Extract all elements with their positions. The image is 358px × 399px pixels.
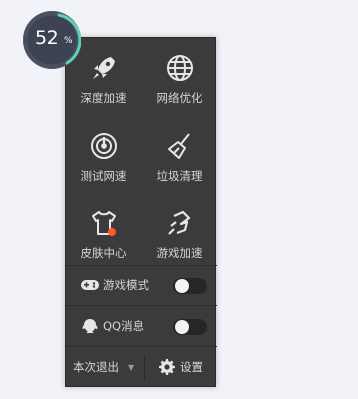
qq-icon bbox=[80, 318, 100, 334]
badge-value: 52 bbox=[35, 27, 59, 49]
notification-dot bbox=[107, 228, 116, 236]
game-mode-label: 游戏模式 bbox=[103, 278, 149, 292]
toggle-knob bbox=[175, 279, 189, 293]
speed-badge[interactable]: 52 % bbox=[23, 11, 81, 69]
gear-icon bbox=[159, 359, 175, 375]
junk-clean-tile[interactable]: 垃圾清理 bbox=[142, 116, 217, 190]
broom-icon bbox=[165, 131, 195, 161]
game-mode-row: 游戏模式 bbox=[66, 265, 217, 305]
globe-icon bbox=[165, 53, 195, 83]
settings-button[interactable]: 设置 bbox=[159, 347, 203, 387]
exit-dropdown-caret[interactable]: ▼ bbox=[128, 363, 134, 372]
speed-panel: 深度加速 网络优化 测试网速 垃圾清理 皮肤中心 游戏加速 游戏模式 QQ消息 … bbox=[65, 37, 217, 387]
gamepad-icon bbox=[80, 277, 100, 293]
speed-test-tile[interactable]: 测试网速 bbox=[66, 116, 141, 190]
qq-message-toggle[interactable] bbox=[173, 319, 207, 335]
qq-message-row: QQ消息 bbox=[66, 306, 217, 346]
qq-message-label: QQ消息 bbox=[103, 319, 145, 333]
tile-label: 网络优化 bbox=[156, 91, 203, 105]
bottom-bar: 本次退出 ▼ 设置 bbox=[66, 347, 217, 387]
network-optimize-tile[interactable]: 网络优化 bbox=[142, 38, 217, 112]
speedometer-icon bbox=[89, 131, 119, 161]
toggle-knob bbox=[175, 320, 189, 334]
tile-label: 深度加速 bbox=[80, 91, 127, 105]
settings-label: 设置 bbox=[180, 360, 203, 374]
game-boost-icon bbox=[165, 208, 195, 238]
game-accelerate-tile[interactable]: 游戏加速 bbox=[142, 193, 217, 267]
tile-label: 测试网速 bbox=[80, 169, 127, 183]
tile-label: 皮肤中心 bbox=[80, 246, 127, 260]
tile-label: 游戏加速 bbox=[156, 246, 203, 260]
rocket-icon bbox=[89, 53, 119, 83]
badge-unit: % bbox=[64, 36, 73, 46]
separator bbox=[144, 356, 145, 380]
exit-button[interactable]: 本次退出 bbox=[73, 359, 119, 375]
skin-center-tile[interactable]: 皮肤中心 bbox=[66, 193, 141, 267]
game-mode-toggle[interactable] bbox=[173, 278, 207, 294]
tile-label: 垃圾清理 bbox=[156, 169, 203, 183]
shirt-icon bbox=[89, 208, 119, 238]
